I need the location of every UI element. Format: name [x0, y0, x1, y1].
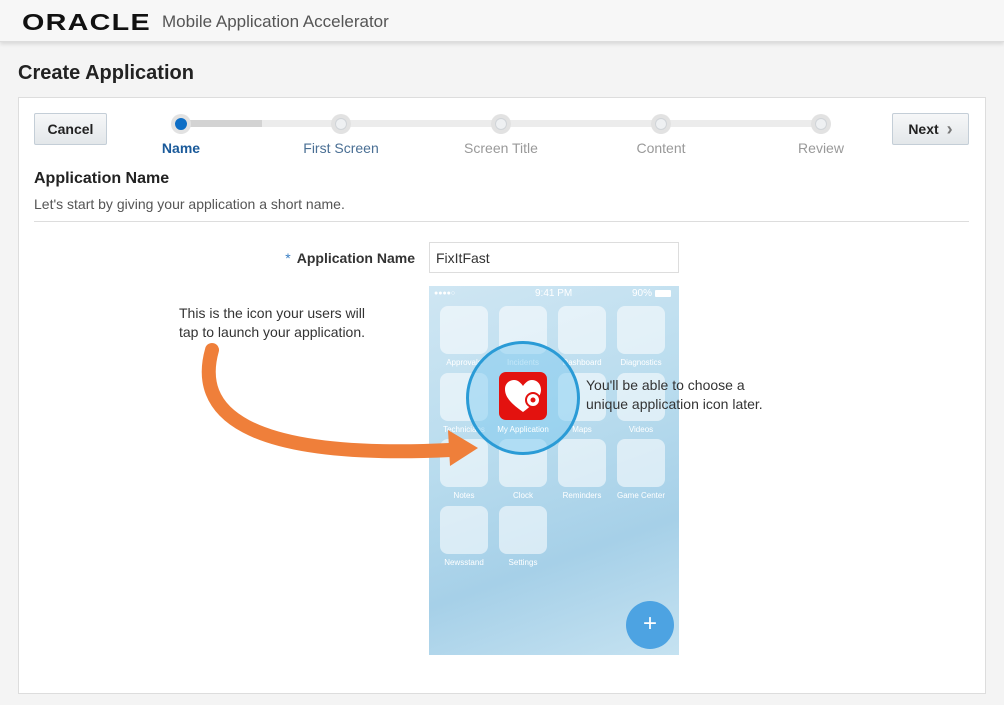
launch-icon-note: This is the icon your users will tap to … — [179, 305, 366, 340]
app-label: My Application — [497, 425, 549, 434]
choose-icon-note: You'll be able to choose a unique applic… — [586, 377, 763, 412]
orange-arrow-icon — [201, 343, 478, 466]
